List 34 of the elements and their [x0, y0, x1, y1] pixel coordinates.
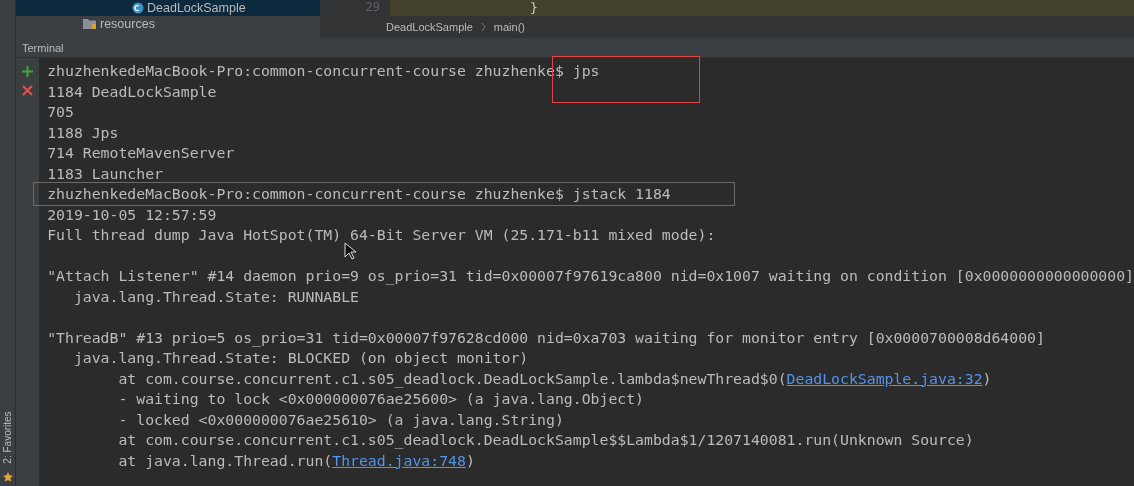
terminal-line: Full thread dump Java HotSpot(TM) 64-Bit Server VM (25.171-b11 mixed mode): — [47, 226, 716, 243]
terminal-line: at java.lang.Thread.run( — [117, 451, 333, 469]
tree-item[interactable]: DeadLockSample — [16, 0, 320, 16]
terminal-line: 1188 Jps — [47, 123, 119, 141]
source-link[interactable]: Thread.java:748 — [332, 451, 466, 469]
terminal-line: - locked <0x000000076ae25610> (a java.lang.String) — [117, 410, 564, 428]
source-link[interactable]: DeadLockSample.java:32 — [786, 369, 983, 387]
close-icon[interactable] — [22, 85, 34, 96]
class-icon — [132, 2, 144, 14]
terminal-line: 705 — [47, 103, 74, 120]
star-icon — [2, 472, 13, 482]
terminal-title: Terminal — [22, 41, 64, 54]
mouse-pointer-icon — [344, 242, 356, 260]
breadcrumb[interactable]: main() — [493, 21, 525, 33]
terminal-line: zhuzhenkedeMacBook-Pro:common-concurrent-course zhuzhenke$ jstack 1184 — [47, 185, 671, 203]
folder-icon — [83, 18, 97, 30]
terminal-line: java.lang.Thread.State: BLOCKED (on object monitor) — [72, 349, 529, 366]
terminal-line: at com.course.concurrent.c1.s05_deadlock.DeadLockSample.lambda$newThread$0( — [117, 369, 787, 387]
chevron-icon — [480, 23, 486, 31]
terminal-line: ) — [465, 451, 475, 469]
terminal-line: ) — [982, 369, 992, 387]
terminal-line: java.lang.Thread.State: RUNNABLE — [72, 287, 359, 305]
terminal-line: 1184 DeadLockSample — [47, 82, 217, 100]
tree-item[interactable]: resources — [16, 16, 320, 32]
terminal-line: 714 RemoteMavenServer — [47, 144, 235, 161]
plus-icon[interactable] — [22, 66, 34, 77]
breadcrumb[interactable]: DeadLockSample — [386, 21, 473, 33]
terminal-line: "ThreadB" #13 prio=5 os_prio=31 tid=0x00007f97628cd000 nid=0xa703 waiting for monitor entry [0x0000700008d64000] — [47, 328, 1045, 346]
terminal-line: 1183 Launcher — [47, 164, 163, 182]
terminal-line: "Attach Listener" #14 daemon prio=9 os_prio=31 tid=0x00007f97619ca800 nid=0x1007 waiting on condition [0x0000000000000000] — [47, 267, 1134, 284]
terminal-line: 2019-10-05 12:57:59 — [47, 205, 217, 223]
favorites-tab[interactable]: 2: Favorites — [2, 410, 13, 464]
terminal-line: - waiting to lock <0x000000076ae25600> (a java.lang.Object) — [117, 390, 645, 407]
terminal-line: at com.course.concurrent.c1.s05_deadlock.DeadLockSample$$Lambda$1/1207140081.run(Unknown Source) — [117, 431, 974, 448]
